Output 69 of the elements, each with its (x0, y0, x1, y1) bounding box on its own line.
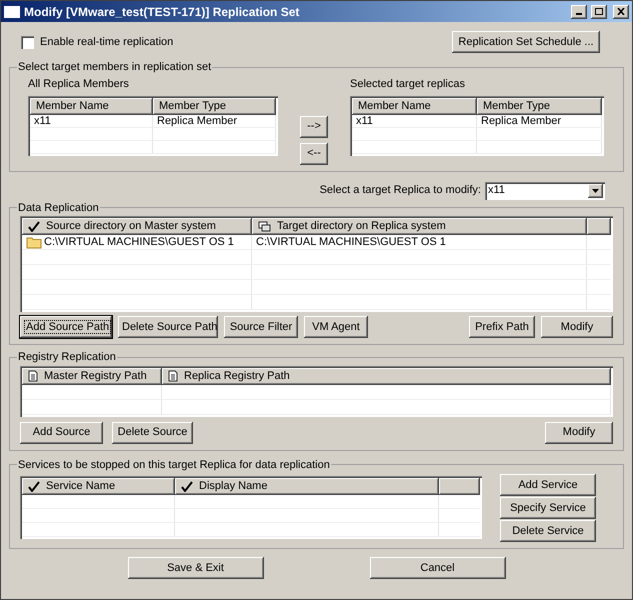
push-button[interactable]: Specify Service (500, 497, 596, 519)
push-button[interactable]: Add Source (20, 422, 103, 444)
table-cell-text: x11 (34, 114, 51, 129)
minimize-button[interactable] (571, 4, 587, 18)
column-label: Master Registry Path (44, 368, 147, 384)
caret-icon (592, 188, 599, 192)
group-title: Registry Replication (17, 350, 117, 365)
push-button[interactable]: Delete Service (500, 520, 596, 542)
table-cell-text: C:\VIRTUAL MACHINES\GUEST OS 1 (44, 234, 234, 250)
column-header[interactable]: Display Name (175, 478, 439, 495)
table-cell-text: x11 (356, 114, 373, 129)
column-label: Service Name (46, 479, 116, 494)
group-title: Data Replication (17, 200, 100, 216)
checkmark-icon (181, 481, 193, 492)
group-title: Services to be stopped on this target Replica for data replication (17, 458, 331, 472)
column-label: Target directory on Replica system (277, 219, 446, 234)
column-label: Member Type (159, 99, 226, 114)
column-label: Source directory on Master system (46, 219, 216, 234)
column-header[interactable]: Master Registry Path (22, 368, 162, 384)
column-label: Member Type (483, 99, 550, 114)
push-button[interactable]: Replication Set Schedule ... (452, 31, 600, 53)
checkbox-label: Enable real-time replication (40, 34, 174, 50)
push-button[interactable]: Delete Source (112, 422, 193, 444)
column-header[interactable]: Source directory on Master system (22, 218, 252, 235)
push-button[interactable]: VM Agent (304, 316, 368, 338)
select-label: Select a target Replica to modify: (320, 183, 481, 198)
push-button[interactable]: Add Source Path (20, 316, 112, 338)
push-button[interactable]: --> (300, 116, 328, 138)
close-button[interactable] (613, 4, 629, 18)
maximize-icon (595, 8, 603, 15)
column-header[interactable]: Target directory on Replica system (252, 218, 587, 235)
list-label: Selected target replicas (350, 76, 466, 92)
column-label: Display Name (199, 479, 268, 494)
column-header[interactable]: Member Name (30, 98, 153, 115)
push-button[interactable]: Save & Exit (128, 557, 264, 579)
close-icon (617, 8, 625, 15)
list-label: All Replica Members (28, 76, 130, 92)
column-label: Replica Registry Path (184, 368, 290, 384)
document-icon (168, 370, 178, 382)
document-icon (28, 370, 38, 382)
column-header[interactable]: Service Name (22, 478, 175, 495)
group-title: Select target members in replication set (17, 60, 212, 75)
push-button[interactable]: Prefix Path (469, 316, 535, 338)
column-label: Member Name (358, 99, 431, 114)
window-icon (4, 6, 20, 18)
push-button[interactable]: <-- (300, 142, 328, 164)
push-button[interactable]: Source Filter (224, 316, 298, 338)
column-header (439, 478, 480, 495)
table-cell-text: Replica Member (157, 114, 238, 129)
window-title: Modify [VMware_test(TEST-171)] Replication Set (24, 4, 300, 20)
push-button[interactable]: Cancel (370, 557, 506, 579)
checkmark-icon (28, 481, 40, 492)
push-button[interactable]: Modify (545, 422, 613, 444)
computer-icon (258, 220, 271, 232)
table-cell-text: Replica Member (481, 114, 562, 129)
table-cell-text: C:\VIRTUAL MACHINES\GUEST OS 1 (256, 234, 446, 250)
maximize-button[interactable] (591, 4, 607, 18)
column-label: Member Name (36, 99, 109, 114)
push-button[interactable]: Add Service (500, 474, 596, 496)
column-header[interactable]: Member Type (153, 98, 276, 115)
column-header (587, 218, 611, 235)
checkbox[interactable] (21, 36, 34, 48)
column-header[interactable]: Member Name (352, 98, 477, 115)
push-button[interactable]: Delete Source Path (118, 316, 218, 338)
column-header[interactable]: Member Type (477, 98, 602, 115)
column-header[interactable]: Replica Registry Path (162, 368, 611, 384)
push-button[interactable]: Modify (541, 316, 613, 338)
checkmark-icon (28, 221, 40, 232)
replica-dropdown[interactable]: x11 (485, 182, 605, 200)
